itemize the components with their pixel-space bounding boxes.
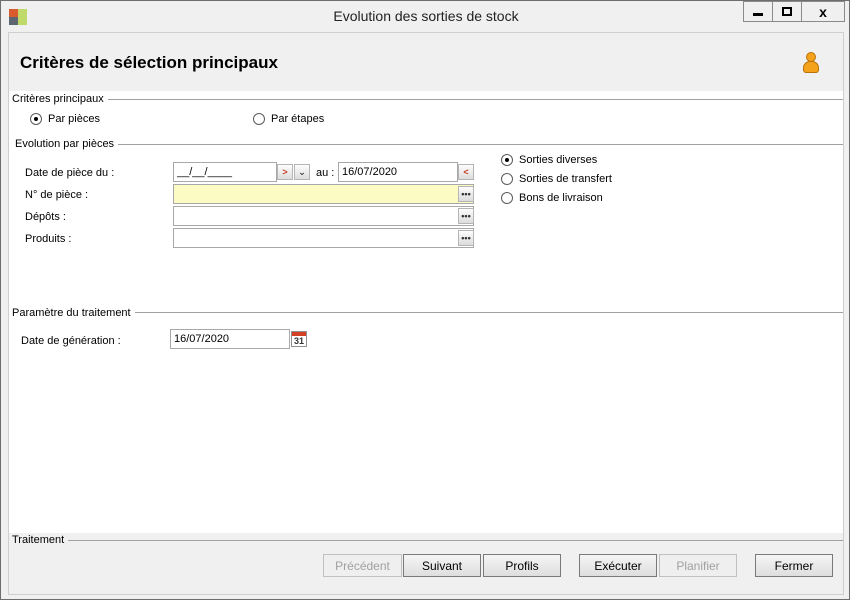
user-icon[interactable] bbox=[802, 52, 820, 74]
client-area: Critères de sélection principaux Critère… bbox=[8, 32, 844, 595]
ellipsis-icon: ••• bbox=[461, 188, 471, 199]
piece-label: N° de pièce : bbox=[25, 189, 89, 201]
produits-lookup-button[interactable]: ••• bbox=[458, 230, 474, 246]
radio-indicator bbox=[253, 113, 265, 125]
ellipsis-icon: ••• bbox=[461, 210, 471, 221]
date-to-input[interactable] bbox=[338, 162, 458, 182]
radio-indicator bbox=[501, 192, 513, 204]
radio-indicator bbox=[501, 173, 513, 185]
footer-section-label: Traitement bbox=[12, 534, 69, 546]
page-title: Critères de sélection principaux bbox=[20, 53, 278, 72]
depots-input[interactable] bbox=[173, 206, 474, 226]
radio-label: Bons de livraison bbox=[519, 192, 603, 204]
date-step-button[interactable]: > bbox=[277, 164, 293, 180]
produits-label: Produits : bbox=[25, 233, 72, 245]
criteria-divider bbox=[69, 99, 843, 100]
minimize-icon bbox=[753, 12, 763, 16]
radio-indicator bbox=[501, 154, 513, 166]
close-button[interactable]: x bbox=[801, 1, 845, 22]
title-bar[interactable]: Evolution des sorties de stock x bbox=[1, 1, 849, 31]
footer-divider bbox=[65, 540, 843, 541]
header-panel: Critères de sélection principaux bbox=[9, 33, 843, 91]
produits-input[interactable] bbox=[173, 228, 474, 248]
close-form-button[interactable]: Fermer bbox=[755, 554, 833, 577]
main-window: Evolution des sorties de stock x Critère… bbox=[0, 0, 850, 600]
previous-button[interactable]: Précédent bbox=[323, 554, 402, 577]
date-dropdown-button[interactable]: ⌄ bbox=[294, 164, 310, 180]
chevron-down-icon: ⌄ bbox=[298, 166, 306, 177]
piece-lookup-button[interactable]: ••• bbox=[458, 186, 474, 202]
radio-label: Sorties diverses bbox=[519, 154, 598, 166]
schedule-button[interactable]: Planifier bbox=[659, 554, 737, 577]
radio-par-pieces[interactable]: Par pièces bbox=[30, 113, 100, 125]
arrow-right-icon: > bbox=[282, 166, 288, 177]
piece-number-input[interactable] bbox=[173, 184, 474, 204]
maximize-icon bbox=[782, 7, 792, 16]
gen-date-input[interactable] bbox=[170, 329, 290, 349]
radio-par-etapes[interactable]: Par étapes bbox=[253, 113, 324, 125]
date-to-step-button[interactable]: < bbox=[458, 164, 474, 180]
evolution-divider bbox=[89, 144, 843, 145]
window-title: Evolution des sorties de stock bbox=[333, 8, 519, 24]
params-divider bbox=[129, 312, 843, 313]
criteria-section-label: Critères principaux bbox=[12, 93, 108, 105]
date-from-label: Date de pièce du : bbox=[25, 167, 115, 179]
gen-date-label: Date de génération : bbox=[21, 335, 121, 347]
radio-indicator bbox=[30, 113, 42, 125]
calendar-icon[interactable]: 31 bbox=[291, 331, 307, 347]
minimize-button[interactable] bbox=[743, 1, 773, 22]
radio-label: Par pièces bbox=[48, 113, 100, 125]
radio-sorties-diverses[interactable]: Sorties diverses bbox=[501, 154, 597, 166]
maximize-button[interactable] bbox=[772, 1, 802, 22]
evolution-section-label: Evolution par pièces bbox=[15, 138, 119, 150]
profiles-button[interactable]: Profils bbox=[483, 554, 561, 577]
execute-button[interactable]: Exécuter bbox=[579, 554, 657, 577]
footer-panel: Traitement Précédent Suivant Profils Exé… bbox=[9, 533, 843, 594]
date-from-input[interactable] bbox=[173, 162, 277, 182]
arrow-left-icon: < bbox=[463, 166, 469, 177]
date-to-label: au : bbox=[316, 167, 335, 179]
depots-label: Dépôts : bbox=[25, 211, 66, 223]
depots-lookup-button[interactable]: ••• bbox=[458, 208, 474, 224]
radio-label: Sorties de transfert bbox=[519, 173, 612, 185]
radio-label: Par étapes bbox=[271, 113, 325, 125]
radio-sorties-transfert[interactable]: Sorties de transfert bbox=[501, 173, 612, 185]
radio-bons-livraison[interactable]: Bons de livraison bbox=[501, 192, 603, 204]
close-icon: x bbox=[819, 3, 827, 20]
params-section-label: Paramètre du traitement bbox=[12, 307, 135, 319]
ellipsis-icon: ••• bbox=[461, 232, 471, 243]
next-button[interactable]: Suivant bbox=[403, 554, 481, 577]
